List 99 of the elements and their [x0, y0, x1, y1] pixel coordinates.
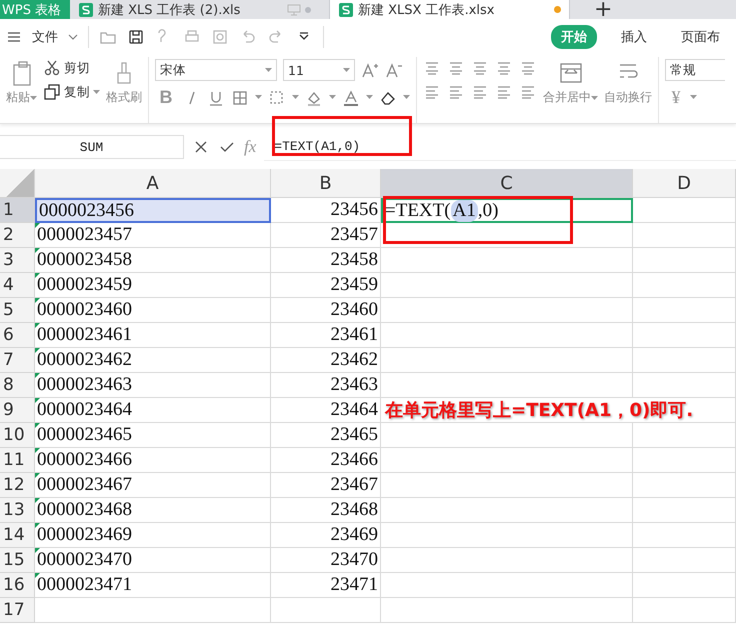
table-cell: 23466 [271, 448, 381, 473]
tab-title: 新建 XLS 工作表 (2).xls [98, 2, 242, 18]
table-cell: 23465 [271, 423, 381, 448]
table-cell: 23460 [271, 298, 381, 323]
caret-icon[interactable] [403, 95, 410, 100]
formula-input[interactable]: =TEXT(A1,0) [264, 134, 736, 160]
table-cell: 23470 [271, 548, 381, 573]
spreadsheet-file-icon [78, 2, 94, 18]
wrap-text-button[interactable]: 自动换行 [604, 57, 652, 106]
row-header[interactable]: 10 [0, 423, 35, 448]
table-cell: 0000023459 [35, 273, 271, 298]
file-menu[interactable]: 文件 [32, 28, 58, 46]
caret-icon[interactable] [343, 68, 350, 72]
caret-icon[interactable] [255, 95, 262, 100]
ribbon-tab[interactable]: 页面布 [671, 25, 730, 49]
caret-icon[interactable] [93, 90, 100, 94]
spreadsheet-file-icon [338, 2, 354, 18]
row-header[interactable]: 2 [0, 223, 35, 248]
preview-icon[interactable] [211, 28, 229, 46]
row-header[interactable]: 17 [0, 598, 35, 623]
table-cell: 23459 [271, 273, 381, 298]
caret-icon[interactable] [591, 96, 598, 101]
table-cell: 23469 [271, 523, 381, 548]
row-header[interactable]: 3 [0, 248, 35, 273]
caret-icon[interactable] [30, 96, 37, 101]
row-header[interactable]: 5 [0, 298, 35, 323]
row-header[interactable]: 6 [0, 323, 35, 348]
table-cell: 23471 [271, 573, 381, 598]
copy-icon[interactable] [43, 83, 61, 101]
font-increase-icon[interactable] [361, 61, 379, 79]
table-cell: 0000023460 [35, 298, 271, 323]
caret-icon[interactable] [366, 95, 373, 100]
column-header[interactable]: D [633, 169, 736, 198]
copy-button[interactable]: 复制 [43, 83, 100, 101]
caret-icon[interactable] [329, 95, 336, 100]
table-cell: 0000023456 [35, 198, 271, 223]
caret-icon[interactable] [265, 68, 272, 72]
row-header[interactable]: 9 [0, 398, 35, 423]
table-cell: 0000023464 [35, 398, 271, 423]
font-size-dropdown[interactable]: 11 [283, 59, 355, 81]
ribbon-tab[interactable]: 插入 [611, 25, 657, 49]
row-header[interactable]: 12 [0, 473, 35, 498]
table-cell: 0000023468 [35, 498, 271, 523]
row-header[interactable]: 16 [0, 573, 35, 598]
format-painter-button[interactable]: 格式刷 [106, 57, 142, 106]
tab-title: 新建 XLSX 工作表.xlsx [358, 2, 496, 18]
table-cell: 0000023470 [35, 548, 271, 573]
table-cell: 23468 [271, 498, 381, 523]
table-cell: 23467 [271, 473, 381, 498]
table-cell: 0000023467 [35, 473, 271, 498]
save-icon[interactable] [127, 28, 145, 46]
table-cell: 0000023465 [35, 423, 271, 448]
new-tab-button[interactable]: + [574, 0, 632, 19]
select-all-corner[interactable] [0, 169, 35, 198]
status-dot [305, 6, 311, 12]
paste-button[interactable]: 粘贴 [6, 57, 37, 106]
cut-button[interactable]: 剪切 [43, 59, 100, 77]
merge-center-button[interactable]: 合并居中 [543, 57, 598, 106]
monitor-icon[interactable] [287, 4, 301, 16]
row-header[interactable]: 14 [0, 523, 35, 548]
scissors-icon[interactable] [43, 59, 61, 77]
table-cell: 23458 [271, 248, 381, 273]
table-cell: 0000023471 [35, 573, 271, 598]
caret-icon[interactable] [68, 34, 78, 40]
table-cell: 23461 [271, 323, 381, 348]
row-header[interactable]: 7 [0, 348, 35, 373]
table-cell: 0000023461 [35, 323, 271, 348]
table-cell: 0000023458 [35, 248, 271, 273]
name-box[interactable]: SUM [0, 135, 184, 159]
border-icon[interactable] [231, 88, 249, 106]
editing-cell[interactable]: =TEXT(A1,0) [381, 198, 633, 223]
font-name-dropdown[interactable]: 宋体 [155, 59, 277, 81]
number-format-dropdown[interactable]: 常规 [665, 59, 725, 81]
table-cell: 23462 [271, 348, 381, 373]
row-header[interactable]: 1 [0, 198, 35, 223]
table-cell: 23464 [271, 398, 381, 423]
table-cell: 0000023462 [35, 348, 271, 373]
caret-icon[interactable] [690, 95, 697, 100]
table-cell: 23463 [271, 373, 381, 398]
row-header[interactable]: 11 [0, 448, 35, 473]
row-header[interactable]: 13 [0, 498, 35, 523]
annotation-text: 在单元格里写上=TEXT(A1，0)即可. [381, 398, 736, 423]
table-cell: 0000023463 [35, 373, 271, 398]
table-cell: 23457 [271, 223, 381, 248]
row-header[interactable]: 4 [0, 273, 35, 298]
table-cell: 0000023457 [35, 223, 271, 248]
column-header[interactable]: C [381, 169, 633, 198]
column-header[interactable]: A [35, 169, 271, 198]
table-cell: 0000023466 [35, 448, 271, 473]
table-cell: 23456 [271, 198, 381, 223]
font-decrease-icon[interactable] [385, 61, 403, 79]
table-cell: 0000023469 [35, 523, 271, 548]
font-color-icon[interactable] [342, 88, 360, 106]
document-tab[interactable]: 新建 XLS 工作表 (2).xls [70, 0, 330, 19]
caret-icon[interactable] [292, 95, 299, 100]
row-header[interactable]: 8 [0, 373, 35, 398]
document-tab[interactable]: 新建 XLSX 工作表.xlsx [330, 0, 570, 19]
row-header[interactable]: 15 [0, 548, 35, 573]
column-header[interactable]: B [271, 169, 381, 198]
